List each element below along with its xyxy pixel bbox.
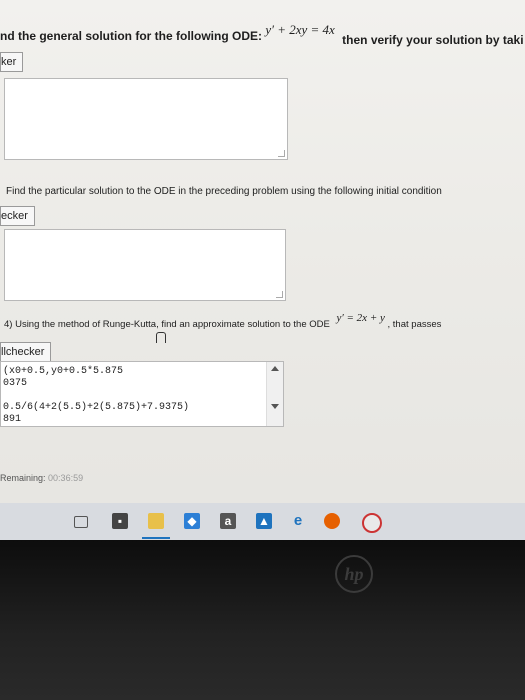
scroll-up-arrow-icon[interactable] <box>271 366 279 371</box>
answer-line: 0.5/6(4+2(5.5)+2(5.875)+7.9375) <box>3 402 190 413</box>
edge-icon[interactable]: e <box>290 513 306 529</box>
answer-line: 891 <box>3 414 22 425</box>
photos-icon[interactable]: ▲ <box>256 513 272 529</box>
chrome-icon[interactable] <box>362 513 382 533</box>
store-icon[interactable]: ▪ <box>112 513 128 529</box>
firefox-icon[interactable] <box>324 513 340 529</box>
resize-grip-icon[interactable] <box>276 291 283 298</box>
answer-scrollbar[interactable] <box>266 362 283 426</box>
answer-line <box>3 390 189 402</box>
question-2-checker-button[interactable]: ecker <box>0 206 35 226</box>
question-1: nd the general solution for the followin… <box>0 22 524 47</box>
hp-logo: hp <box>335 555 373 593</box>
dropbox-icon[interactable]: ◆ <box>184 513 200 529</box>
question-4: 4) Using the method of Runge-Kutta, find… <box>4 312 442 330</box>
question-1-equation: y′ + 2xy = 4x <box>265 22 335 37</box>
file-explorer-icon[interactable] <box>148 513 164 529</box>
question-4-checker-button[interactable]: llchecker <box>0 342 52 362</box>
question-4-text-after: , that passes <box>387 319 442 330</box>
resize-grip-icon[interactable] <box>278 150 285 157</box>
question-2-text: Find the particular solution to the ODE … <box>6 186 442 197</box>
windows-taskbar: ▪ ◆ a ▲ e <box>0 503 525 540</box>
question-2-answer-box[interactable] <box>4 229 286 301</box>
question-4-equation: y′ = 2x + y <box>336 312 385 324</box>
mouse-cursor-icon <box>156 332 166 343</box>
question-4-answer-box[interactable]: (x0+0.5,y0+0.5*5.875 0375 0.5/6(4+2(5.5)… <box>0 361 284 427</box>
question-1-text: nd the general solution for the followin… <box>0 29 262 43</box>
amazon-icon[interactable]: a <box>220 513 236 529</box>
timer: Remaining: 00:36:59 <box>0 473 83 483</box>
question-1-answer-box[interactable] <box>4 78 288 160</box>
timer-value: 00:36:59 <box>48 473 84 483</box>
question-1-text-after: then verify your solution by taki <box>342 33 524 47</box>
scroll-down-arrow-icon[interactable] <box>271 404 279 409</box>
answer-line: 0375 <box>3 378 28 389</box>
task-view-icon[interactable] <box>74 516 88 528</box>
answer-line: (x0+0.5,y0+0.5*5.875 <box>3 366 124 377</box>
timer-label: Remaining: <box>0 473 46 483</box>
browser-viewport: nd the general solution for the followin… <box>0 0 525 540</box>
laptop-bezel: hp <box>0 540 525 700</box>
question-4-text: 4) Using the method of Runge-Kutta, find… <box>4 319 330 330</box>
question-1-checker-button[interactable]: ker <box>0 52 24 72</box>
active-app-indicator <box>142 537 170 539</box>
